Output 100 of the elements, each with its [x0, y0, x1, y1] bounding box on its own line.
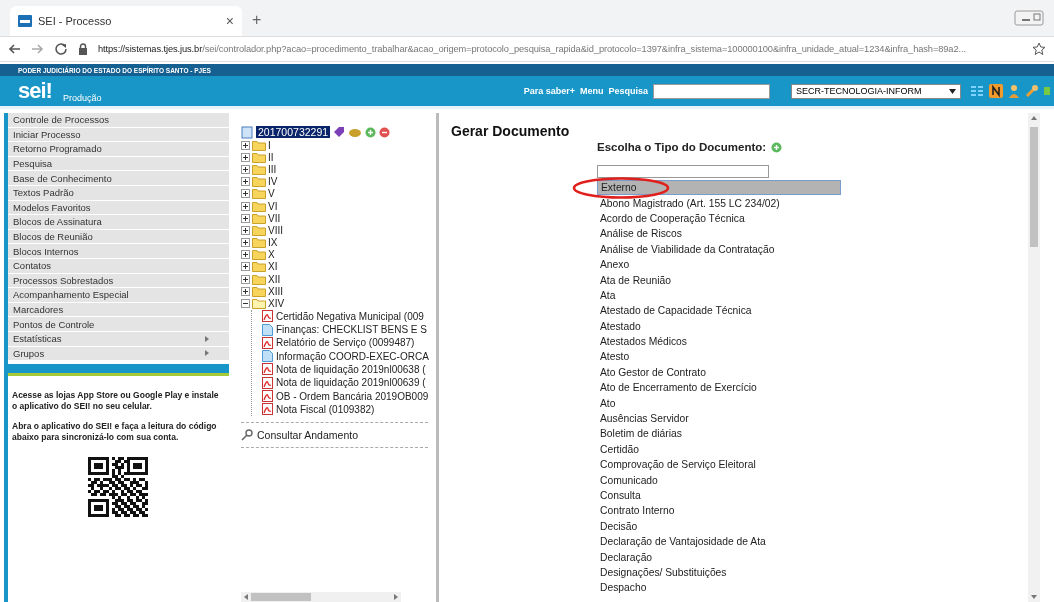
add-icon[interactable] [365, 126, 377, 138]
sidebar-item[interactable]: Base de Conhecimento [8, 171, 229, 186]
document-type-item[interactable]: Anexo [597, 256, 841, 273]
document-link[interactable]: Finanças: CHECKLIST BENS E S [276, 324, 427, 336]
folder-label[interactable]: XI [268, 261, 278, 273]
expand-icon[interactable] [241, 213, 250, 223]
document-type-item[interactable]: Despacho [597, 580, 841, 596]
folder-label[interactable]: XIII [268, 285, 283, 297]
document-type-item[interactable]: Análise de Viabilidade da Contratação [597, 241, 841, 257]
tag-icon[interactable] [333, 126, 346, 138]
sidebar-item[interactable]: Blocos de Assinatura [8, 215, 229, 230]
expand-icon[interactable] [241, 152, 250, 162]
list-icon[interactable] [970, 84, 984, 98]
back-icon[interactable] [8, 43, 21, 55]
sidebar-item[interactable]: Contatos [8, 258, 229, 274]
folder-label[interactable]: III [268, 163, 277, 175]
document-link[interactable]: Certidão Negativa Municipal (009 [276, 310, 424, 322]
expand-icon[interactable] [241, 286, 250, 296]
sidebar-item[interactable]: Estatísticas [8, 331, 229, 347]
star-icon[interactable] [1032, 42, 1046, 56]
document-link[interactable]: Informação COORD-EXEC-ORCA [276, 350, 429, 362]
consult-link[interactable]: Consultar Andamento [257, 429, 358, 441]
folder-label[interactable]: V [268, 188, 275, 200]
collapse-icon[interactable] [241, 299, 250, 309]
scrollbar[interactable] [241, 592, 401, 602]
expand-icon[interactable] [241, 225, 250, 235]
document-type-item[interactable]: Atestados Médicos [597, 333, 841, 350]
sidebar-item[interactable]: Modelos Favoritos [8, 200, 229, 216]
document-type-item[interactable]: Consulta [597, 487, 841, 504]
folder-label[interactable]: XII [268, 273, 281, 285]
search-field[interactable] [653, 83, 770, 99]
document-link[interactable]: Nota de liquidação 2019nl00639 ( [276, 377, 426, 389]
document-link[interactable]: Relatório de Serviço (0099487) [276, 337, 415, 349]
document-type-item[interactable]: Ata de Reunião [597, 272, 841, 288]
sidebar-item[interactable]: Processos Sobrestados [8, 273, 229, 289]
document-type-item[interactable]: Abono Magistrado (Art. 155 LC 234/02) [597, 195, 841, 211]
folder-label[interactable]: XIV [268, 298, 285, 310]
document-type-item[interactable]: Ato [597, 395, 841, 411]
scroll-left-icon[interactable] [242, 593, 250, 601]
notes-icon[interactable] [989, 84, 1003, 98]
document-type-item[interactable]: Ato de Encerramento de Exercício [597, 380, 841, 396]
folder-label[interactable]: VI [268, 200, 278, 212]
add-icon[interactable] [771, 141, 783, 153]
document-type-item[interactable]: Atestado de Capacidade Técnica [597, 303, 841, 319]
scroll-right-icon[interactable] [392, 593, 400, 601]
reload-icon[interactable] [54, 42, 68, 56]
folder-label[interactable]: X [268, 249, 275, 261]
address-field[interactable]: https://sistemas.tjes.jus.br/sei/controlador.php?acao=procedimento_trabalhar&acao_origem=protocolo_pesquisa_rapida&id_protocolo=1397&infra_sistema=100000100&infra_unidade_atual=1234&infra_hash=89a2... [98, 44, 1022, 54]
document-link[interactable]: Nota Fiscal (0109382) [276, 403, 375, 415]
expand-icon[interactable] [241, 164, 250, 174]
filter-field[interactable] [597, 165, 769, 178]
document-type-item[interactable]: Externo [597, 180, 841, 196]
document-type-item[interactable]: Declaração [597, 549, 841, 565]
expand-icon[interactable] [241, 238, 250, 248]
sidebar-item[interactable]: Controle de Processos [8, 113, 229, 128]
remove-icon[interactable] [379, 126, 391, 138]
close-tab-button[interactable]: × [225, 13, 234, 29]
expand-icon[interactable] [241, 201, 250, 211]
folder-label[interactable]: I [268, 139, 271, 151]
folder-label[interactable]: VII [268, 212, 281, 224]
sidebar-item[interactable]: Pesquisa [8, 156, 229, 172]
expand-icon[interactable] [241, 140, 250, 150]
sidebar-item[interactable]: Marcadores [8, 302, 229, 318]
expand-icon[interactable] [241, 262, 250, 272]
folder-label[interactable]: IX [268, 237, 278, 249]
document-type-item[interactable]: Comprovação de Serviço Eleitoral [597, 457, 841, 473]
sidebar-item[interactable]: Retorno Programado [8, 142, 229, 157]
sidebar-item[interactable]: Pontos de Controle [8, 317, 229, 332]
document-type-item[interactable]: Atesto [597, 349, 841, 365]
browser-tab[interactable]: SEI - Processo × [10, 6, 242, 36]
document-type-item[interactable]: Atestado [597, 318, 841, 334]
document-type-item[interactable]: Comunicado [597, 472, 841, 488]
expand-icon[interactable] [241, 177, 250, 187]
document-type-item[interactable]: Ausências Servidor [597, 410, 841, 427]
scroll-thumb[interactable] [1030, 127, 1038, 247]
scroll-thumb[interactable] [251, 593, 311, 601]
document-type-item[interactable]: Contrato Interno [597, 503, 841, 519]
user-icon[interactable] [1008, 84, 1020, 98]
scroll-up-icon[interactable] [1030, 114, 1038, 122]
document-link[interactable]: OB - Ordem Bancária 2019OB009 [276, 390, 429, 402]
document-type-item[interactable]: Declaração de Vantajosidade de Ata [597, 534, 841, 550]
expand-icon[interactable] [241, 250, 250, 260]
document-type-item[interactable]: Designações/ Substituições [597, 564, 841, 581]
document-type-item[interactable]: Análise de Riscos [597, 226, 841, 242]
window-controls-icon[interactable] [1014, 10, 1044, 26]
sidebar-item[interactable]: Textos Padrão [8, 185, 229, 201]
unit-select[interactable]: SECR-TECNOLOGIA-INFORM [791, 83, 961, 99]
sidebar-item[interactable]: Grupos [8, 346, 229, 362]
new-tab-button[interactable]: + [252, 11, 262, 29]
expand-icon[interactable] [241, 189, 250, 199]
folder-label[interactable]: IV [268, 176, 278, 188]
process-number[interactable]: 201700732291 [256, 126, 331, 138]
folder-label[interactable]: VIII [268, 224, 283, 236]
document-type-item[interactable]: Boletim de diárias [597, 426, 841, 442]
sidebar-item[interactable]: Acompanhamento Especial [8, 288, 229, 303]
scrollbar[interactable] [1028, 113, 1040, 602]
document-type-item[interactable]: Decisão [597, 518, 841, 534]
forward-icon[interactable] [31, 43, 44, 55]
sidebar-item[interactable]: Blocos Internos [8, 244, 229, 259]
folder-label[interactable]: II [268, 151, 274, 163]
